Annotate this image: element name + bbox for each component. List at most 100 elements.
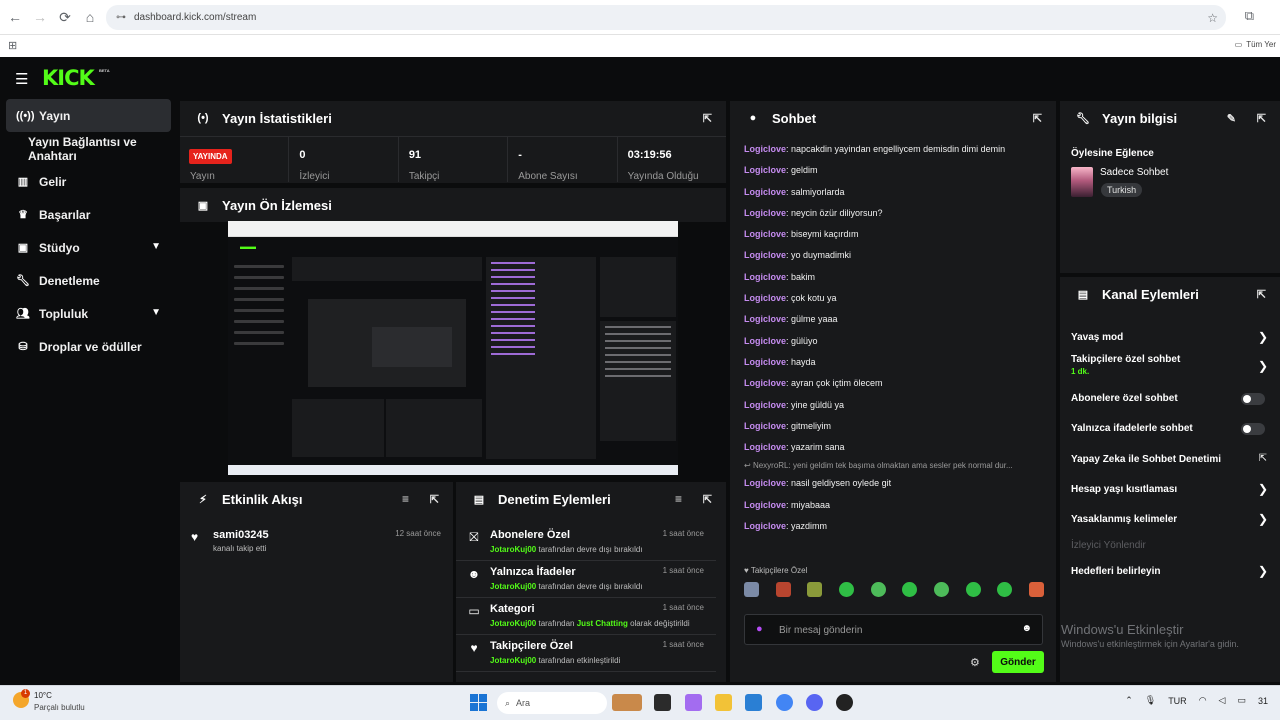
pencil-icon[interactable]: ✎ (1227, 112, 1236, 125)
gear-icon[interactable]: ⚙ (970, 656, 980, 669)
activity-item: ♥ sami03245 kanalı takip etti 12 saat ön… (180, 524, 453, 560)
stream-preview-panel: ▣ Yayın Ön İzlemesi ▬▬ (180, 188, 726, 479)
sidebar-item-droplar[interactable]: ⛁ Droplar ve ödüller (0, 330, 177, 363)
emote[interactable] (1028, 582, 1044, 597)
popout-icon[interactable]: ⇱ (1257, 288, 1266, 301)
home-icon[interactable]: ⌂ (80, 7, 100, 27)
emote[interactable] (965, 582, 981, 597)
gift-icon: ⛝ (469, 530, 479, 544)
chrome-icon[interactable] (776, 694, 793, 711)
system-tray: ⌃ 🎙︎ TUR ◠ ◁ ▭ 31 (1125, 695, 1268, 706)
sidebar-item-denetleme[interactable]: 🔧︎ Denetleme (0, 264, 177, 297)
popout-icon[interactable]: ⇱ (1257, 112, 1266, 125)
live-badge: YAYINDA (189, 149, 232, 164)
chevron-down-icon: ▼ (151, 241, 161, 252)
chevron-right-icon: ❯ (1257, 482, 1268, 496)
store-icon[interactable] (745, 694, 762, 711)
emoji-icon[interactable]: ☻ (1021, 623, 1032, 634)
language-tag: Turkish (1101, 183, 1143, 197)
sidebar-item-gelir[interactable]: ▥ Gelir (0, 165, 177, 198)
windows-start-icon[interactable] (470, 694, 487, 711)
sidebar-item-studyo[interactable]: ▣ Stüdyo ▼ (0, 231, 177, 264)
clock[interactable]: 31 (1258, 696, 1268, 706)
moderation-header: ▤ Denetim Eylemleri ≡ ⇱ (456, 482, 726, 516)
popout-icon[interactable]: ⇱ (703, 112, 712, 125)
stat-uptime: 03:19:56 Yayında Olduğu (618, 137, 726, 182)
emotes-only-toggle[interactable] (1241, 423, 1265, 435)
address-bar[interactable]: ⊶ dashboard.kick.com/stream ☆ (106, 5, 1226, 30)
weather-condition: Parçalı bulutlu (34, 703, 85, 712)
channel-action-goals[interactable]: Hedefleri belirleyin ❯ (1060, 557, 1280, 587)
filter-icon[interactable]: ≡ (675, 492, 682, 506)
sidebar-item-basarilar[interactable]: ♛ Başarılar (0, 198, 177, 231)
channel-action-account-age[interactable]: Hesap yaşı kısıtlaması ❯ (1060, 475, 1280, 505)
emote[interactable] (744, 582, 759, 597)
bookmark-star-icon[interactable]: ☆ (1207, 5, 1218, 30)
chat-message-input[interactable] (779, 621, 1009, 639)
subscribers-only-toggle[interactable] (1241, 393, 1265, 405)
stream-info-header: 🔧︎ Yayın bilgisi ✎ ⇱ (1060, 101, 1280, 135)
chevron-up-icon[interactable]: ⌃ (1125, 695, 1133, 706)
channel-action-followers-only[interactable]: Takipçilere özel sohbet 1 dk. ❯ (1060, 349, 1280, 385)
all-bookmarks-button[interactable]: ▭ Tüm Yer (1235, 40, 1276, 49)
discord-icon[interactable] (806, 694, 823, 711)
forward-icon[interactable]: → (30, 7, 50, 27)
language-indicator[interactable]: TUR (1168, 696, 1187, 706)
moderation-panel: ▤ Denetim Eylemleri ≡ ⇱ ⛝ Abonelere Özel… (456, 482, 726, 682)
kick-logo[interactable]: KICK (42, 66, 95, 90)
sidebar-item-topluluk[interactable]: 👥︎ Topluluk ▼ (0, 297, 177, 330)
channel-action-emotes-only[interactable]: Yalnızca ifadelerle sohbet (1060, 414, 1280, 444)
popout-icon[interactable]: ⇱ (1033, 112, 1042, 125)
emote[interactable] (838, 582, 854, 597)
wifi-icon[interactable]: ◠ (1199, 695, 1207, 706)
obs-icon[interactable] (836, 694, 853, 711)
chat-message: Logiclove: yazdimm (744, 521, 828, 532)
wrench-icon: 🔧︎ (16, 275, 30, 287)
trophy-icon: ♛ (18, 209, 28, 221)
apps-grid-icon[interactable]: ⊞ (8, 39, 17, 52)
moderation-time: 1 saat önce (662, 640, 704, 649)
channel-action-ai-moderation[interactable]: Yapay Zeka ile Sohbet Denetimi ⇱ (1060, 445, 1280, 475)
preview-panel (486, 257, 596, 459)
sidebar-item-stream-key[interactable]: Yayın Bağlantısı ve Anahtarı (0, 132, 177, 165)
back-icon[interactable]: ← (5, 7, 25, 27)
site-info-icon[interactable]: ⊶ (116, 12, 126, 23)
filter-icon[interactable]: ≡ (402, 492, 409, 506)
browser-toolbar: ← → ⟳ ⌂ ⊶ dashboard.kick.com/stream ☆ ⧉ (0, 0, 1280, 35)
chat-panel: ● Sohbet ⇱ Logiclove: napcakdin yayindan… (730, 101, 1056, 682)
battery-icon[interactable]: ▭ (1237, 695, 1246, 706)
activity-user[interactable]: sami03245 (213, 529, 269, 541)
taskbar-search[interactable]: ⌕ Ara (497, 692, 607, 714)
chat-message: Logiclove: neycin özür diliyorsun? (744, 207, 883, 218)
emote[interactable] (933, 582, 949, 597)
emote[interactable] (902, 582, 918, 597)
microphone-icon[interactable]: 🎙︎ (1145, 695, 1156, 706)
category-icon: ▭ (468, 604, 480, 618)
channel-action-subscribers-only[interactable]: Abonelere özel sohbet (1060, 384, 1280, 414)
file-explorer-icon[interactable] (715, 694, 732, 711)
copilot-icon[interactable] (685, 694, 702, 711)
popout-icon[interactable]: ⇱ (703, 493, 712, 506)
photo-app-icon[interactable] (612, 694, 642, 711)
microphone-icon[interactable]: ● (756, 623, 763, 635)
moderation-time: 1 saat önce (662, 566, 704, 575)
volume-icon[interactable]: ◁ (1219, 695, 1226, 706)
extensions-icon[interactable]: ⧉ (1245, 8, 1254, 24)
sidebar-item-yayin[interactable]: ((•)) Yayın (6, 99, 171, 132)
stream-title: Öylesine Eğlence (1071, 148, 1154, 159)
heart-icon: ♥ (191, 530, 199, 544)
send-button[interactable]: Gönder (992, 651, 1044, 673)
windows-activation-title: Windows'u Etkinleştir (1061, 622, 1184, 637)
stream-preview-video[interactable]: ▬▬ (228, 221, 678, 475)
popout-icon[interactable]: ⇱ (430, 493, 439, 506)
menu-icon[interactable]: ☰ (15, 70, 28, 88)
emote[interactable] (775, 582, 791, 597)
emote[interactable] (870, 582, 886, 597)
reload-icon[interactable]: ⟳ (55, 7, 75, 27)
emote[interactable] (997, 582, 1013, 597)
emote[interactable] (807, 582, 823, 597)
chat-message: Logiclove: biseymi kaçırdım (744, 229, 859, 240)
task-view-icon[interactable] (654, 694, 671, 711)
chat-message: Logiclove: salmiyorlarda (744, 186, 845, 197)
activity-feed-panel: ⚡︎ Etkinlik Akışı ≡ ⇱ ♥ sami03245 kanalı… (180, 482, 453, 682)
